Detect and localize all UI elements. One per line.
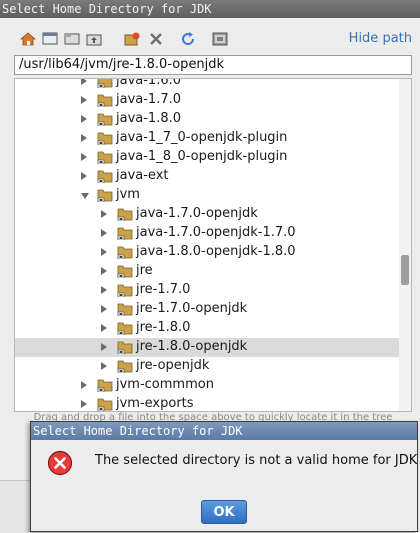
- folder-lock-icon: [97, 169, 113, 184]
- folder-lock-icon: [117, 340, 133, 355]
- folder-lock-icon: [97, 112, 113, 127]
- tree-row-label: jre-1.7.0-openjdk: [136, 301, 248, 316]
- tree-row[interactable]: java-1.7.0-openjdk-1.7.0: [15, 224, 399, 243]
- tree-row[interactable]: jre-1.8.0-openjdk: [15, 338, 399, 357]
- tree-row[interactable]: java-ext: [15, 167, 399, 186]
- toolbar: Hide path: [0, 24, 420, 52]
- tree-row[interactable]: jre-1.8.0: [15, 319, 399, 338]
- folder-lock-icon: [97, 79, 113, 89]
- collapsed-arrow-icon[interactable]: [101, 343, 107, 351]
- tree-scrollbar[interactable]: [399, 79, 411, 411]
- tree-row-label: java-1.7.0-openjdk-1.7.0: [136, 225, 296, 240]
- tree-row[interactable]: jre: [15, 262, 399, 281]
- folder-lock-icon: [97, 93, 113, 108]
- folder-up-icon[interactable]: [84, 29, 104, 49]
- tree-row[interactable]: jvm-commmon: [15, 376, 399, 395]
- tree-row-label: java-1.6.0: [116, 78, 182, 88]
- tree-row[interactable]: java-1_7_0-openjdk-plugin: [15, 129, 399, 148]
- tree-row-label: jvm-commmon: [116, 377, 214, 392]
- new-folder-icon[interactable]: [122, 29, 142, 49]
- delete-icon[interactable]: [146, 29, 166, 49]
- show-hidden-icon[interactable]: [210, 29, 230, 49]
- collapsed-arrow-icon[interactable]: [81, 381, 87, 389]
- error-icon: [47, 450, 73, 476]
- home-icon[interactable]: [18, 29, 38, 49]
- folder-lock-icon: [117, 359, 133, 374]
- collapsed-arrow-icon[interactable]: [81, 115, 87, 123]
- tree-row[interactable]: jre-1.7.0-openjdk: [15, 300, 399, 319]
- tree-row[interactable]: java-1_8_0-openjdk-plugin: [15, 148, 399, 167]
- tree-row-label: java-1_7_0-openjdk-plugin: [116, 130, 288, 145]
- tree-row-label: java-1_8_0-openjdk-plugin: [116, 149, 288, 164]
- directory-tree[interactable]: java-1.6.0 java-1.7.0 java-1.8.0 java-1_7_0…: [14, 78, 412, 412]
- tree-row-label: java-ext: [116, 168, 169, 183]
- collapsed-arrow-icon[interactable]: [81, 400, 87, 408]
- collapsed-arrow-icon[interactable]: [101, 362, 107, 370]
- tree-row-label: java-1.8.0-openjdk-1.8.0: [136, 244, 296, 259]
- desktop-icon[interactable]: [40, 29, 60, 49]
- folder-lock-icon: [117, 283, 133, 298]
- collapsed-arrow-icon[interactable]: [101, 248, 107, 256]
- folder-lock-icon: [97, 397, 113, 411]
- tree-row[interactable]: jre-1.7.0: [15, 281, 399, 300]
- collapsed-arrow-icon[interactable]: [81, 96, 87, 104]
- collapsed-arrow-icon[interactable]: [81, 79, 87, 85]
- collapsed-arrow-icon[interactable]: [101, 324, 107, 332]
- collapsed-arrow-icon[interactable]: [101, 305, 107, 313]
- tree-row[interactable]: jvm: [15, 186, 399, 205]
- collapsed-arrow-icon[interactable]: [101, 210, 107, 218]
- collapsed-arrow-icon[interactable]: [81, 172, 87, 180]
- collapsed-arrow-icon[interactable]: [101, 267, 107, 275]
- collapsed-arrow-icon[interactable]: [81, 153, 87, 161]
- folder-lock-icon: [117, 245, 133, 260]
- folder-lock-icon: [117, 321, 133, 336]
- dialog-message: The selected directory is not a valid ho…: [95, 453, 418, 468]
- folder-lock-icon: [97, 378, 113, 393]
- ok-button[interactable]: OK: [201, 500, 247, 524]
- folder-icon[interactable]: [62, 29, 82, 49]
- tree-row-label: jvm: [116, 187, 140, 202]
- folder-lock-icon: [117, 302, 133, 317]
- tree-row-label: java-1.8.0: [116, 111, 182, 126]
- folder-lock-icon: [117, 207, 133, 222]
- collapsed-arrow-icon[interactable]: [81, 134, 87, 142]
- tree-row-label: jre-openjdk: [136, 358, 210, 373]
- path-input[interactable]: /usr/lib64/jvm/jre-1.8.0-openjdk: [14, 55, 412, 75]
- tree-row-label: java-1.7.0: [116, 92, 182, 107]
- folder-lock-icon: [97, 150, 113, 165]
- window-footer: [0, 480, 30, 533]
- tree-row-label: jre-1.8.0-openjdk: [136, 339, 248, 354]
- tree-row[interactable]: java-1.6.0: [15, 78, 399, 91]
- collapsed-arrow-icon[interactable]: [101, 229, 107, 237]
- hide-path-link[interactable]: Hide path: [349, 31, 412, 46]
- tree-row[interactable]: jre-openjdk: [15, 357, 399, 376]
- tree-row[interactable]: java-1.7.0: [15, 91, 399, 110]
- tree-row[interactable]: java-1.7.0-openjdk: [15, 205, 399, 224]
- refresh-icon[interactable]: [178, 29, 198, 49]
- folder-lock-icon: [117, 264, 133, 279]
- dialog-title: Select Home Directory for JDK: [31, 422, 417, 440]
- tree-row[interactable]: java-1.8.0-openjdk-1.8.0: [15, 243, 399, 262]
- collapsed-arrow-icon[interactable]: [101, 286, 107, 294]
- tree-row-label: jvm-exports: [116, 396, 194, 411]
- tree-row[interactable]: jvm-exports: [15, 395, 399, 411]
- window-title: Select Home Directory for JDK: [0, 0, 420, 18]
- tree-row-label: jre-1.8.0: [136, 320, 191, 335]
- tree-row-label: jre: [136, 263, 153, 278]
- error-dialog: Select Home Directory for JDK The select…: [30, 421, 418, 532]
- tree-row-label: jre-1.7.0: [136, 282, 191, 297]
- folder-lock-icon: [117, 226, 133, 241]
- folder-lock-icon: [97, 188, 113, 203]
- folder-lock-icon: [97, 131, 113, 146]
- expanded-arrow-icon[interactable]: [81, 193, 89, 199]
- tree-row[interactable]: java-1.8.0: [15, 110, 399, 129]
- scrollbar-thumb[interactable]: [401, 255, 409, 285]
- tree-row-label: java-1.7.0-openjdk: [136, 206, 258, 221]
